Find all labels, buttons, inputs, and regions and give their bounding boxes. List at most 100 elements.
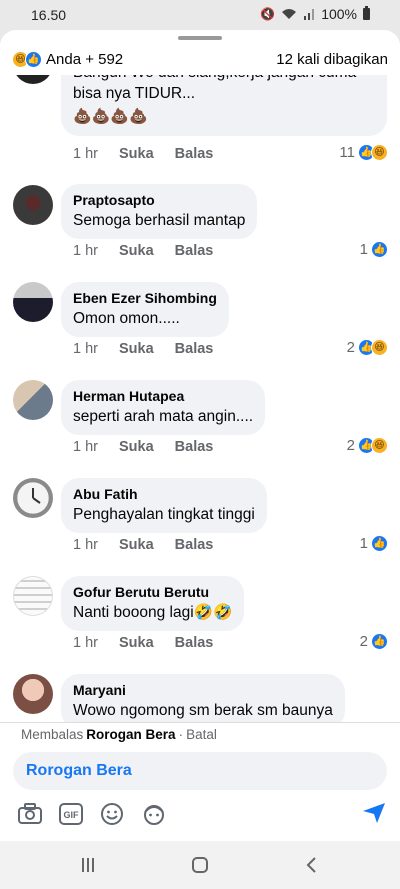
- avatar[interactable]: [13, 380, 53, 420]
- gif-icon: GIF: [59, 803, 83, 825]
- commenter-name[interactable]: Abu Fatih: [73, 485, 255, 504]
- avatar[interactable]: [13, 478, 53, 518]
- comment-text: Nanti booong lagi🤣🤣: [73, 604, 233, 621]
- comment-text: seperti arah mata angin....: [73, 408, 254, 425]
- like-button[interactable]: Suka: [119, 537, 154, 553]
- reply-button[interactable]: Balas: [175, 635, 214, 651]
- comment-meta: 1 hr Suka Balas: [73, 635, 213, 651]
- reaction-count: 2: [359, 633, 368, 650]
- reply-button[interactable]: Balas: [175, 537, 214, 553]
- like-icon: 👍: [371, 535, 388, 552]
- recent-apps-icon: [82, 858, 94, 872]
- reaction-summary[interactable]: 😆 👍 Anda + 592: [12, 50, 124, 68]
- comment-meta: 1 hr Suka Balas: [73, 341, 213, 357]
- like-button[interactable]: Suka: [119, 146, 154, 162]
- wifi-icon: [282, 9, 297, 19]
- avatar[interactable]: [13, 282, 53, 322]
- avatar[interactable]: [13, 185, 53, 225]
- commenter-name[interactable]: Praptosapto: [73, 191, 245, 210]
- comment-reactions[interactable]: 1 👍: [360, 241, 388, 258]
- avatar[interactable]: [13, 576, 53, 616]
- send-icon: [363, 803, 385, 823]
- reply-button[interactable]: Balas: [175, 243, 214, 259]
- comment-meta: 1 hr Suka Balas: [73, 439, 213, 455]
- camera-button[interactable]: [16, 800, 44, 828]
- comment-time: 1 hr: [73, 537, 98, 553]
- like-button[interactable]: Suka: [119, 439, 154, 455]
- signal-icon: [304, 9, 315, 20]
- comment-meta: 1 hr Suka Balas: [73, 537, 213, 553]
- like-button[interactable]: Suka: [119, 341, 154, 357]
- like-icon: 👍: [25, 50, 42, 68]
- comment-meta: 1 hr Suka Balas: [73, 243, 213, 259]
- like-icon: 👍: [371, 241, 388, 258]
- commenter-name[interactable]: Gofur Berutu Berutu: [73, 583, 232, 602]
- reaction-count: 1: [359, 535, 368, 552]
- reply-separator: ·: [178, 727, 184, 742]
- commenter-name[interactable]: Eben Ezer Sihombing: [73, 289, 217, 308]
- status-icons: 🔇 100%: [260, 6, 370, 22]
- reaction-count: 1: [359, 241, 368, 258]
- status-bar: 16.50 🔇 100%: [0, 0, 400, 30]
- comment-bubble: Eben Ezer Sihombing Omon omon.....: [61, 282, 229, 337]
- like-button[interactable]: Suka: [119, 243, 154, 259]
- comment-reactions[interactable]: 1 👍: [360, 535, 388, 552]
- send-button[interactable]: [362, 802, 386, 829]
- svg-text:GIF: GIF: [64, 810, 80, 820]
- comment-time: 1 hr: [73, 635, 98, 651]
- reaction-summary-text: Anda + 592: [46, 50, 124, 68]
- reaction-count: 2: [346, 437, 355, 454]
- haha-icon: 😆: [371, 437, 388, 454]
- comment-reactions[interactable]: 2 👍: [360, 633, 388, 650]
- avatar-sticker-button[interactable]: [140, 800, 168, 828]
- back-button[interactable]: [300, 853, 324, 877]
- post-reactions-header[interactable]: 😆 👍 Anda + 592 12 kali dibagikan: [0, 43, 400, 75]
- comment-bubble: Abu Fatih Penghayalan tingkat tinggi: [61, 478, 267, 533]
- comment-time: 1 hr: [73, 439, 98, 455]
- reply-banner: Membalas Rorogan Bera · Batal: [0, 722, 400, 746]
- comment-reactions[interactable]: 2 👍 😆: [347, 437, 388, 454]
- home-button[interactable]: [188, 853, 212, 877]
- battery-icon: [363, 6, 370, 20]
- commenter-name[interactable]: Herman Hutapea: [73, 387, 253, 406]
- recent-apps-button[interactable]: [76, 853, 100, 877]
- reaction-count: 2: [346, 339, 355, 356]
- comment-reactions[interactable]: 11 👍 😆: [339, 144, 388, 161]
- smiley-icon: [101, 803, 123, 825]
- comment-emoji-line: 💩💩💩💩: [73, 108, 148, 125]
- comment-input[interactable]: Rorogan Bera: [13, 752, 387, 790]
- like-icon: 👍: [371, 633, 388, 650]
- comment-list[interactable]: Bangun Wo dan siang,kerja jangan cuma bi…: [0, 30, 400, 722]
- comment-text: Semoga berhasil mantap: [73, 212, 246, 229]
- comment-reactions[interactable]: 2 👍 😆: [347, 339, 388, 356]
- gif-button[interactable]: GIF: [57, 800, 85, 828]
- haha-icon: 😆: [371, 339, 388, 356]
- comment-text: Penghayalan tingkat tinggi: [73, 506, 255, 523]
- reply-button[interactable]: Balas: [175, 439, 214, 455]
- comment-bubble: Maryani Wowo ngomong sm berak sm baunya: [61, 674, 345, 722]
- avatar-sticker-icon: [144, 805, 164, 825]
- status-time: 16.50: [31, 7, 67, 23]
- composer-toolbar: GIF: [0, 796, 400, 832]
- commenter-name[interactable]: Maryani: [73, 681, 333, 700]
- comment-text-line: bisa nya TIDUR...: [73, 85, 196, 102]
- like-button[interactable]: Suka: [119, 635, 154, 651]
- comment-meta: 1 hr Suka Balas: [73, 146, 213, 162]
- comment-time: 1 hr: [73, 146, 98, 162]
- reply-button[interactable]: Balas: [175, 341, 214, 357]
- mute-icon: 🔇: [260, 7, 276, 21]
- sheet-drag-handle[interactable]: [178, 36, 222, 40]
- comment-bubble: Praptosapto Semoga berhasil mantap: [61, 184, 258, 239]
- battery-percent: 100%: [321, 6, 357, 22]
- share-count[interactable]: 12 kali dibagikan: [276, 51, 388, 68]
- avatar[interactable]: [13, 674, 53, 714]
- emoji-button[interactable]: [98, 800, 126, 828]
- reply-button[interactable]: Balas: [175, 146, 214, 162]
- comment-time: 1 hr: [73, 243, 98, 259]
- haha-icon: 😆: [371, 144, 388, 161]
- comments-sheet: Bangun Wo dan siang,kerja jangan cuma bi…: [0, 30, 400, 841]
- reply-target: Rorogan Bera: [86, 727, 176, 742]
- home-icon: [192, 857, 208, 873]
- cancel-reply-button[interactable]: Batal: [186, 727, 217, 742]
- reply-prefix: Membalas: [21, 727, 84, 742]
